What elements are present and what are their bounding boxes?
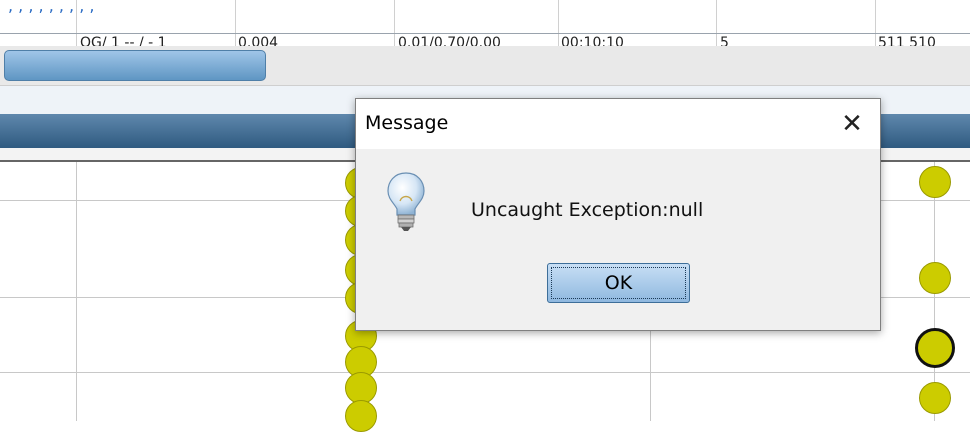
data-point[interactable] — [919, 262, 951, 294]
focus-ring — [551, 267, 686, 299]
dialog-title: Message — [365, 112, 449, 134]
results-table: , , , , , , , , , OG/ 1 -- / - 1 0.004 0… — [0, 0, 970, 46]
table-column-divider — [875, 0, 876, 46]
dialog-titlebar[interactable]: Message ✕ — [356, 99, 880, 149]
table-cell[interactable]: 0.01/0.70/0.00 — [398, 35, 501, 46]
message-dialog: Message ✕ Uncaught Exception:null OK — [355, 98, 881, 331]
table-column-divider — [235, 0, 236, 46]
ok-button[interactable]: OK — [547, 263, 690, 303]
data-point[interactable] — [919, 166, 951, 198]
selected-data-point[interactable] — [915, 328, 955, 368]
table-cell[interactable]: 00:10:10 — [561, 35, 624, 46]
dialog-message: Uncaught Exception:null — [471, 199, 704, 221]
grid-line — [0, 372, 970, 373]
table-row-divider — [0, 33, 970, 34]
table-cell[interactable]: OG/ 1 -- / - 1 — [80, 35, 167, 46]
table-row-cut-text: , , , , , , , , , — [8, 0, 95, 15]
data-point[interactable] — [919, 382, 951, 414]
table-cell[interactable]: 511 510 — [878, 35, 936, 46]
close-icon[interactable]: ✕ — [832, 105, 872, 143]
horizontal-scrollbar[interactable] — [0, 46, 970, 86]
table-column-divider — [716, 0, 717, 46]
table-column-divider — [558, 0, 559, 46]
lightbulb-info-icon — [387, 172, 425, 231]
table-column-divider — [394, 0, 395, 46]
data-point[interactable] — [345, 400, 377, 432]
grid-line — [76, 162, 77, 421]
table-cell[interactable]: 5 — [720, 35, 729, 46]
scrollbar-thumb[interactable] — [4, 50, 266, 81]
table-cell[interactable]: 0.004 — [238, 35, 278, 46]
